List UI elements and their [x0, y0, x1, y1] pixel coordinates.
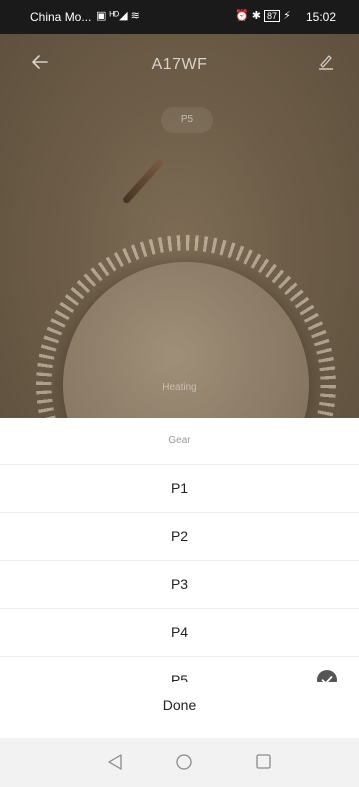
current-gear-badge: P5	[161, 107, 213, 133]
device-control-background: China Mo... ▣ ᴴᴰ◢ ≋ ⏰ ✱ 87 ⚡ 15:02 A17WF…	[0, 0, 359, 418]
device-title: A17WF	[151, 56, 208, 73]
gear-picker-sheet: Gear P1 P2 P3 P4 P5	[0, 418, 359, 787]
signal-wifi-icon: ▣ ᴴᴰ◢ ≋	[96, 10, 140, 22]
mode-label: Heating	[162, 382, 197, 393]
battery-icon: ⏰ ✱ 87 ⚡	[235, 10, 291, 22]
square-recent-icon[interactable]	[256, 754, 271, 769]
pencil-icon[interactable]	[318, 52, 334, 70]
option-label: P2	[170, 528, 189, 544]
status-bar: China Mo... ▣ ᴴᴰ◢ ≋ ⏰ ✱ 87 ⚡ 15:02	[0, 0, 359, 34]
triangle-back-icon[interactable]	[107, 753, 123, 771]
picker-title: Gear	[168, 435, 191, 446]
option-label: P1	[170, 480, 189, 496]
app-screen: China Mo... ▣ ᴴᴰ◢ ≋ ⏰ ✱ 87 ⚡ 15:02 A17WF…	[0, 0, 359, 787]
clock-time: 15:02	[306, 10, 337, 24]
dial-pointer	[121, 158, 165, 205]
app-header: A17WF	[0, 34, 359, 94]
gear-option-p4[interactable]: P4	[0, 608, 359, 656]
gear-option-p1[interactable]: P1	[0, 464, 359, 512]
circle-home-icon[interactable]	[176, 754, 192, 770]
gear-option-p3[interactable]: P3	[0, 560, 359, 608]
option-label: P4	[170, 624, 189, 640]
gear-option-p2[interactable]: P2	[0, 512, 359, 560]
carrier-label: China Mo...	[30, 10, 92, 24]
done-button[interactable]: Done	[0, 682, 359, 728]
battery-level: 87	[264, 10, 281, 22]
system-nav-bar	[0, 738, 359, 787]
option-label: P3	[170, 576, 189, 592]
